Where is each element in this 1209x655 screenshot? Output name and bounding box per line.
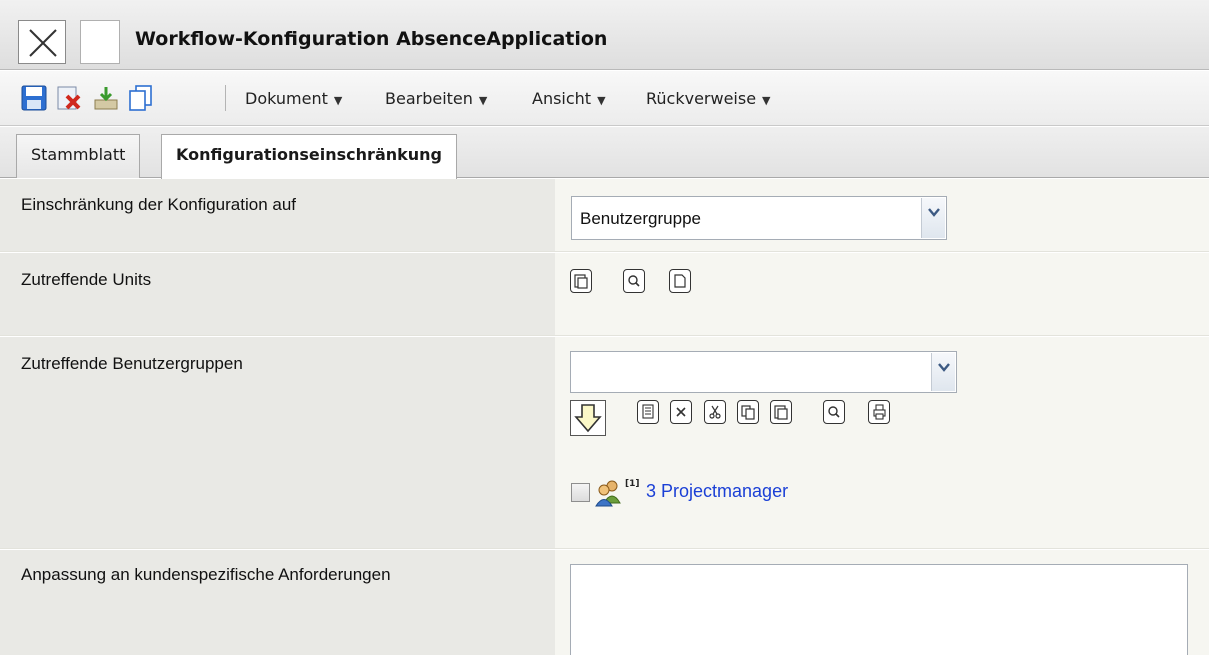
cut-button[interactable] (704, 400, 726, 424)
usergroups-select[interactable] (570, 351, 957, 393)
row-restriction: Einschränkung der Konfiguration auf Benu… (0, 179, 1209, 252)
close-icon (29, 29, 57, 57)
menu-label: Ansicht (532, 89, 592, 108)
field-cell: [1] 3 Projectmanager (555, 337, 1209, 548)
paste-button[interactable] (570, 269, 592, 293)
scissors-icon (709, 405, 721, 419)
row-units: Zutreffende Units (0, 253, 1209, 336)
label-cell: Zutreffende Units (0, 253, 555, 335)
toolbar: Dokument ▼ Bearbeiten ▼ Ansicht ▼ Rückverwe… (0, 71, 1209, 126)
select-value: Benutzergruppe (580, 209, 701, 228)
dropdown-button[interactable] (931, 353, 955, 391)
window-title: Workflow-Konfiguration AbsenceApplicatio… (135, 28, 608, 50)
label-cell: Zutreffende Benutzergruppen (0, 337, 555, 548)
caret-down-icon: ▼ (762, 94, 771, 107)
row-customization: Anpassung an kundenspezifische Anforderu… (0, 550, 1209, 655)
menu-label: Bearbeiten (385, 89, 473, 108)
delete-icon[interactable] (55, 84, 83, 112)
chevron-down-icon (928, 208, 940, 217)
usergroups-label: Zutreffende Benutzergruppen (21, 354, 243, 373)
dropdown-button[interactable] (921, 198, 945, 238)
restriction-label: Einschränkung der Konfiguration auf (21, 195, 297, 214)
paste-button[interactable] (770, 400, 792, 424)
item-index: [1] (625, 479, 640, 489)
menu-label: Rückverweise (646, 89, 757, 108)
search-icon (628, 275, 640, 287)
caret-down-icon: ▼ (597, 94, 606, 107)
usergroup-link[interactable]: 3 Projectmanager (646, 481, 788, 502)
copy-icon (741, 405, 755, 420)
arrow-down-icon (574, 404, 602, 433)
move-to-top-button[interactable] (637, 400, 659, 424)
tab-stammblatt[interactable]: Stammblatt (16, 134, 141, 178)
close-icon (676, 407, 686, 417)
printer-icon (873, 404, 886, 420)
caret-down-icon: ▼ (333, 94, 343, 107)
blank-button[interactable] (80, 20, 120, 64)
list-icon (642, 404, 654, 419)
item-checkbox[interactable] (571, 483, 590, 502)
menu-label: Dokument (245, 89, 328, 108)
title-bar: Workflow-Konfiguration AbsenceApplicatio… (0, 0, 1209, 70)
search-button[interactable] (623, 269, 645, 293)
paste-icon (774, 405, 788, 420)
menu-rueckverweise[interactable]: Rückverweise ▼ (646, 89, 771, 108)
menu-dokument[interactable]: Dokument ▼ (245, 89, 342, 108)
print-button[interactable] (868, 400, 890, 424)
export-icon[interactable] (92, 84, 120, 112)
label-cell: Einschränkung der Konfiguration auf (0, 179, 555, 251)
copy-icon[interactable] (127, 84, 155, 112)
field-cell (555, 253, 1209, 335)
search-icon (828, 406, 840, 418)
toolbar-separator (225, 85, 226, 111)
caret-down-icon: ▼ (478, 94, 488, 107)
save-icon[interactable] (20, 84, 48, 112)
search-button[interactable] (823, 400, 845, 424)
add-button[interactable] (570, 400, 606, 436)
menu-bearbeiten[interactable]: Bearbeiten ▼ (385, 89, 487, 108)
units-label: Zutreffende Units (21, 270, 152, 289)
label-cell: Anpassung an kundenspezifische Anforderu… (0, 550, 555, 655)
paste-icon (574, 274, 588, 289)
tab-konfigurationseinschraenkung[interactable]: Konfigurationseinschränkung (161, 134, 458, 179)
document-icon (674, 274, 686, 288)
close-button[interactable] (18, 20, 66, 64)
copy-button[interactable] (737, 400, 759, 424)
user-group-icon (595, 480, 621, 507)
tab-strip: Stammblatt Konfigurationseinschränkung (0, 127, 1209, 179)
field-cell: Benutzergruppe (555, 179, 1209, 251)
row-usergroups: Zutreffende Benutzergruppen [1] 3 Projec… (0, 337, 1209, 549)
menu-ansicht[interactable]: Ansicht ▼ (532, 89, 606, 108)
customization-label: Anpassung an kundenspezifische Anforderu… (21, 565, 391, 584)
form: Einschränkung der Konfiguration auf Benu… (0, 179, 1209, 655)
chevron-down-icon (938, 363, 950, 372)
customization-textarea[interactable] (570, 564, 1188, 655)
restriction-select[interactable]: Benutzergruppe (571, 196, 947, 240)
field-cell (555, 550, 1209, 655)
remove-button[interactable] (670, 400, 692, 424)
new-document-button[interactable] (669, 269, 691, 293)
